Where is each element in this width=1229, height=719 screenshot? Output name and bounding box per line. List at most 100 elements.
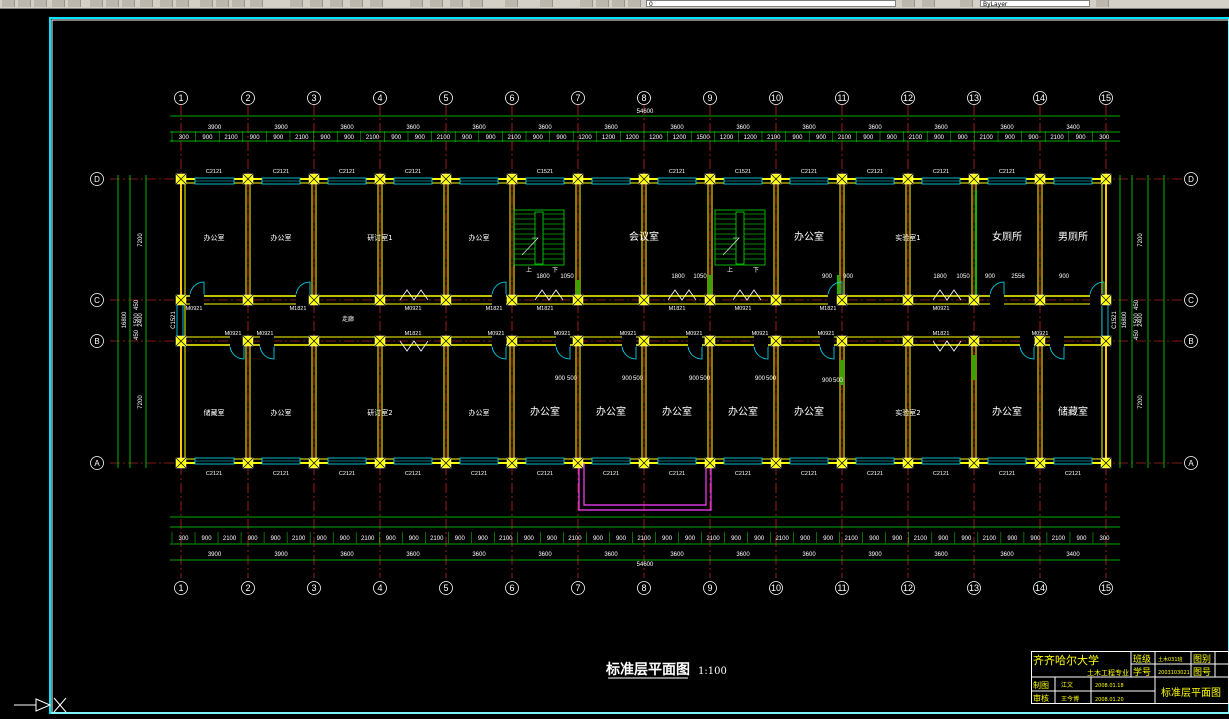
- room-bottom-0: 储藏室: [204, 408, 225, 417]
- svg-text:4: 4: [377, 583, 382, 593]
- design-center-icon[interactable]: [310, 0, 323, 7]
- door-tag-b-0: M0921: [225, 331, 242, 337]
- svg-text:下: 下: [552, 267, 558, 274]
- bay-dim-top-9: 3600: [802, 125, 816, 131]
- save-icon[interactable]: [34, 0, 47, 7]
- layer-color-icon[interactable]: [628, 0, 641, 7]
- redo-icon[interactable]: [176, 0, 189, 7]
- tool-palette-icon[interactable]: [330, 0, 343, 7]
- svg-text:7: 7: [575, 583, 580, 593]
- misc-dim-3: 1050: [693, 274, 707, 280]
- paste-icon[interactable]: [122, 0, 135, 7]
- copy-icon[interactable]: [106, 0, 119, 7]
- sub-dim-top-9: 900: [391, 135, 402, 141]
- tb-draw-label: 制图: [1033, 680, 1049, 690]
- sub-dim-bottom-4: 900: [271, 536, 282, 542]
- sub-dim-top-16: 900: [556, 135, 567, 141]
- layer-lock-icon[interactable]: [612, 0, 625, 7]
- axis-bubble-B-right: B: [1184, 334, 1198, 348]
- inner-frame: [51, 19, 1229, 714]
- drawing-canvas[interactable]: 上下上下 1 1 2 2 3 3 4 4 5 5 6 6 7 7 8 8 9 9 10 10 11 11 12 12 13 13 1…: [0, 9, 1229, 715]
- svg-text:8: 8: [641, 93, 646, 103]
- sub-dim-bottom-25: 900: [754, 536, 765, 542]
- cut-icon[interactable]: [90, 0, 103, 7]
- entrance-canopy: [578, 463, 712, 511]
- door-tag-b-6: M0921: [686, 331, 703, 337]
- axis-bubble-D-left: D: [90, 172, 104, 186]
- zoom-prev-icon[interactable]: [250, 0, 263, 7]
- layer-state-icon[interactable]: [922, 0, 935, 7]
- properties-icon[interactable]: [290, 0, 303, 7]
- axis-bubble-4-bottom: 4: [373, 581, 387, 595]
- bay-dim-bottom-10: 3900: [868, 552, 882, 558]
- svg-text:A: A: [94, 459, 100, 468]
- help-icon[interactable]: [505, 0, 518, 7]
- title-block: 齐齐哈尔大学 土木工程专业 班级 土木031班 图别 学号 2003103021…: [1031, 651, 1229, 704]
- door-tag-c-1: M1821: [290, 306, 307, 312]
- linetype-icon[interactable]: [1096, 0, 1109, 7]
- room-bottom-10: 办公室: [992, 405, 1022, 418]
- svg-text:10: 10: [771, 583, 781, 593]
- svg-text:2: 2: [245, 583, 250, 593]
- zoom-icon[interactable]: [216, 0, 229, 7]
- axis-bubble-C-right: C: [1184, 293, 1198, 307]
- tb-major: 土木工程专业: [1087, 668, 1129, 677]
- axis-bubble-B-left: B: [90, 334, 104, 348]
- layer-freeze-icon[interactable]: [596, 0, 609, 7]
- color-icon[interactable]: [960, 0, 973, 7]
- door-tag-b-1: M0921: [257, 331, 274, 337]
- room-top-8: 实验室1: [895, 233, 920, 242]
- hyperlink-icon[interactable]: [430, 0, 443, 7]
- outer-frame: [49, 17, 1229, 714]
- door-tag-b-4: M0921: [554, 331, 571, 337]
- window-tag-top-1: C2121: [273, 169, 289, 175]
- sub-dim-bottom-0: 300: [179, 536, 190, 542]
- misc-dim-4: 900: [822, 274, 833, 280]
- make-current-icon[interactable]: [902, 0, 915, 7]
- layer-prev-icon[interactable]: [540, 0, 553, 7]
- xref-icon[interactable]: [450, 0, 463, 7]
- door-tag-b-8: M0921: [818, 331, 835, 337]
- pan-icon[interactable]: [200, 0, 213, 7]
- markup-icon[interactable]: [350, 0, 363, 7]
- match-prop-icon[interactable]: [140, 0, 153, 7]
- sub-dim-top-20: 1200: [649, 135, 663, 141]
- window-tag-top-2: C2121: [339, 169, 355, 175]
- print-icon[interactable]: [52, 0, 65, 7]
- sub-dim-top-24: 1200: [744, 135, 758, 141]
- sub-dim-top-23: 1200: [720, 135, 734, 141]
- misc-dim-6: 1800: [933, 274, 947, 280]
- door-tag-b-10: M0921: [1032, 331, 1049, 337]
- svg-text:2: 2: [245, 93, 250, 103]
- walls: [180, 178, 1107, 464]
- calc-icon[interactable]: [370, 0, 383, 7]
- style-combo[interactable]: ByLayer: [980, 0, 1090, 8]
- misc-dim-9: 2556: [1011, 274, 1025, 280]
- svg-text:8: 8: [641, 583, 646, 593]
- layer-combo[interactable]: 0: [646, 0, 896, 8]
- bay-dim-bottom-1: 3900: [274, 552, 288, 558]
- undo-icon[interactable]: [160, 0, 173, 7]
- bay-dim-top-5: 3600: [538, 125, 552, 131]
- preview-icon[interactable]: [68, 0, 81, 7]
- sub-dim-bottom-24: 900: [731, 536, 742, 542]
- room-top-3: 办公室: [469, 233, 490, 242]
- bay-dim-bottom-8: 3600: [736, 552, 750, 558]
- zoom-window-icon[interactable]: [232, 0, 245, 7]
- sub-dim-top-0: 300: [179, 135, 190, 141]
- sub-dim-top-4: 900: [273, 135, 284, 141]
- layer-on-icon[interactable]: [580, 0, 593, 7]
- axis-bubble-6-top: 6: [505, 91, 519, 105]
- layer-manager-icon[interactable]: [470, 0, 483, 7]
- sub-dim-top-10: 900: [415, 135, 426, 141]
- sub-dim-bottom-28: 900: [823, 536, 834, 542]
- axis-bubble-15-bottom: 15: [1099, 581, 1113, 595]
- window-tag-bottom-7: C2121: [669, 471, 685, 477]
- table-icon[interactable]: [410, 0, 423, 7]
- new-icon[interactable]: [2, 0, 15, 7]
- room-bottom-11: 储藏室: [1058, 405, 1088, 418]
- axis-bubble-8-top: 8: [637, 91, 651, 105]
- window-tag-bottom-2: C2121: [339, 471, 355, 477]
- open-icon[interactable]: [18, 0, 31, 7]
- side-window-right: C1521: [1112, 311, 1118, 329]
